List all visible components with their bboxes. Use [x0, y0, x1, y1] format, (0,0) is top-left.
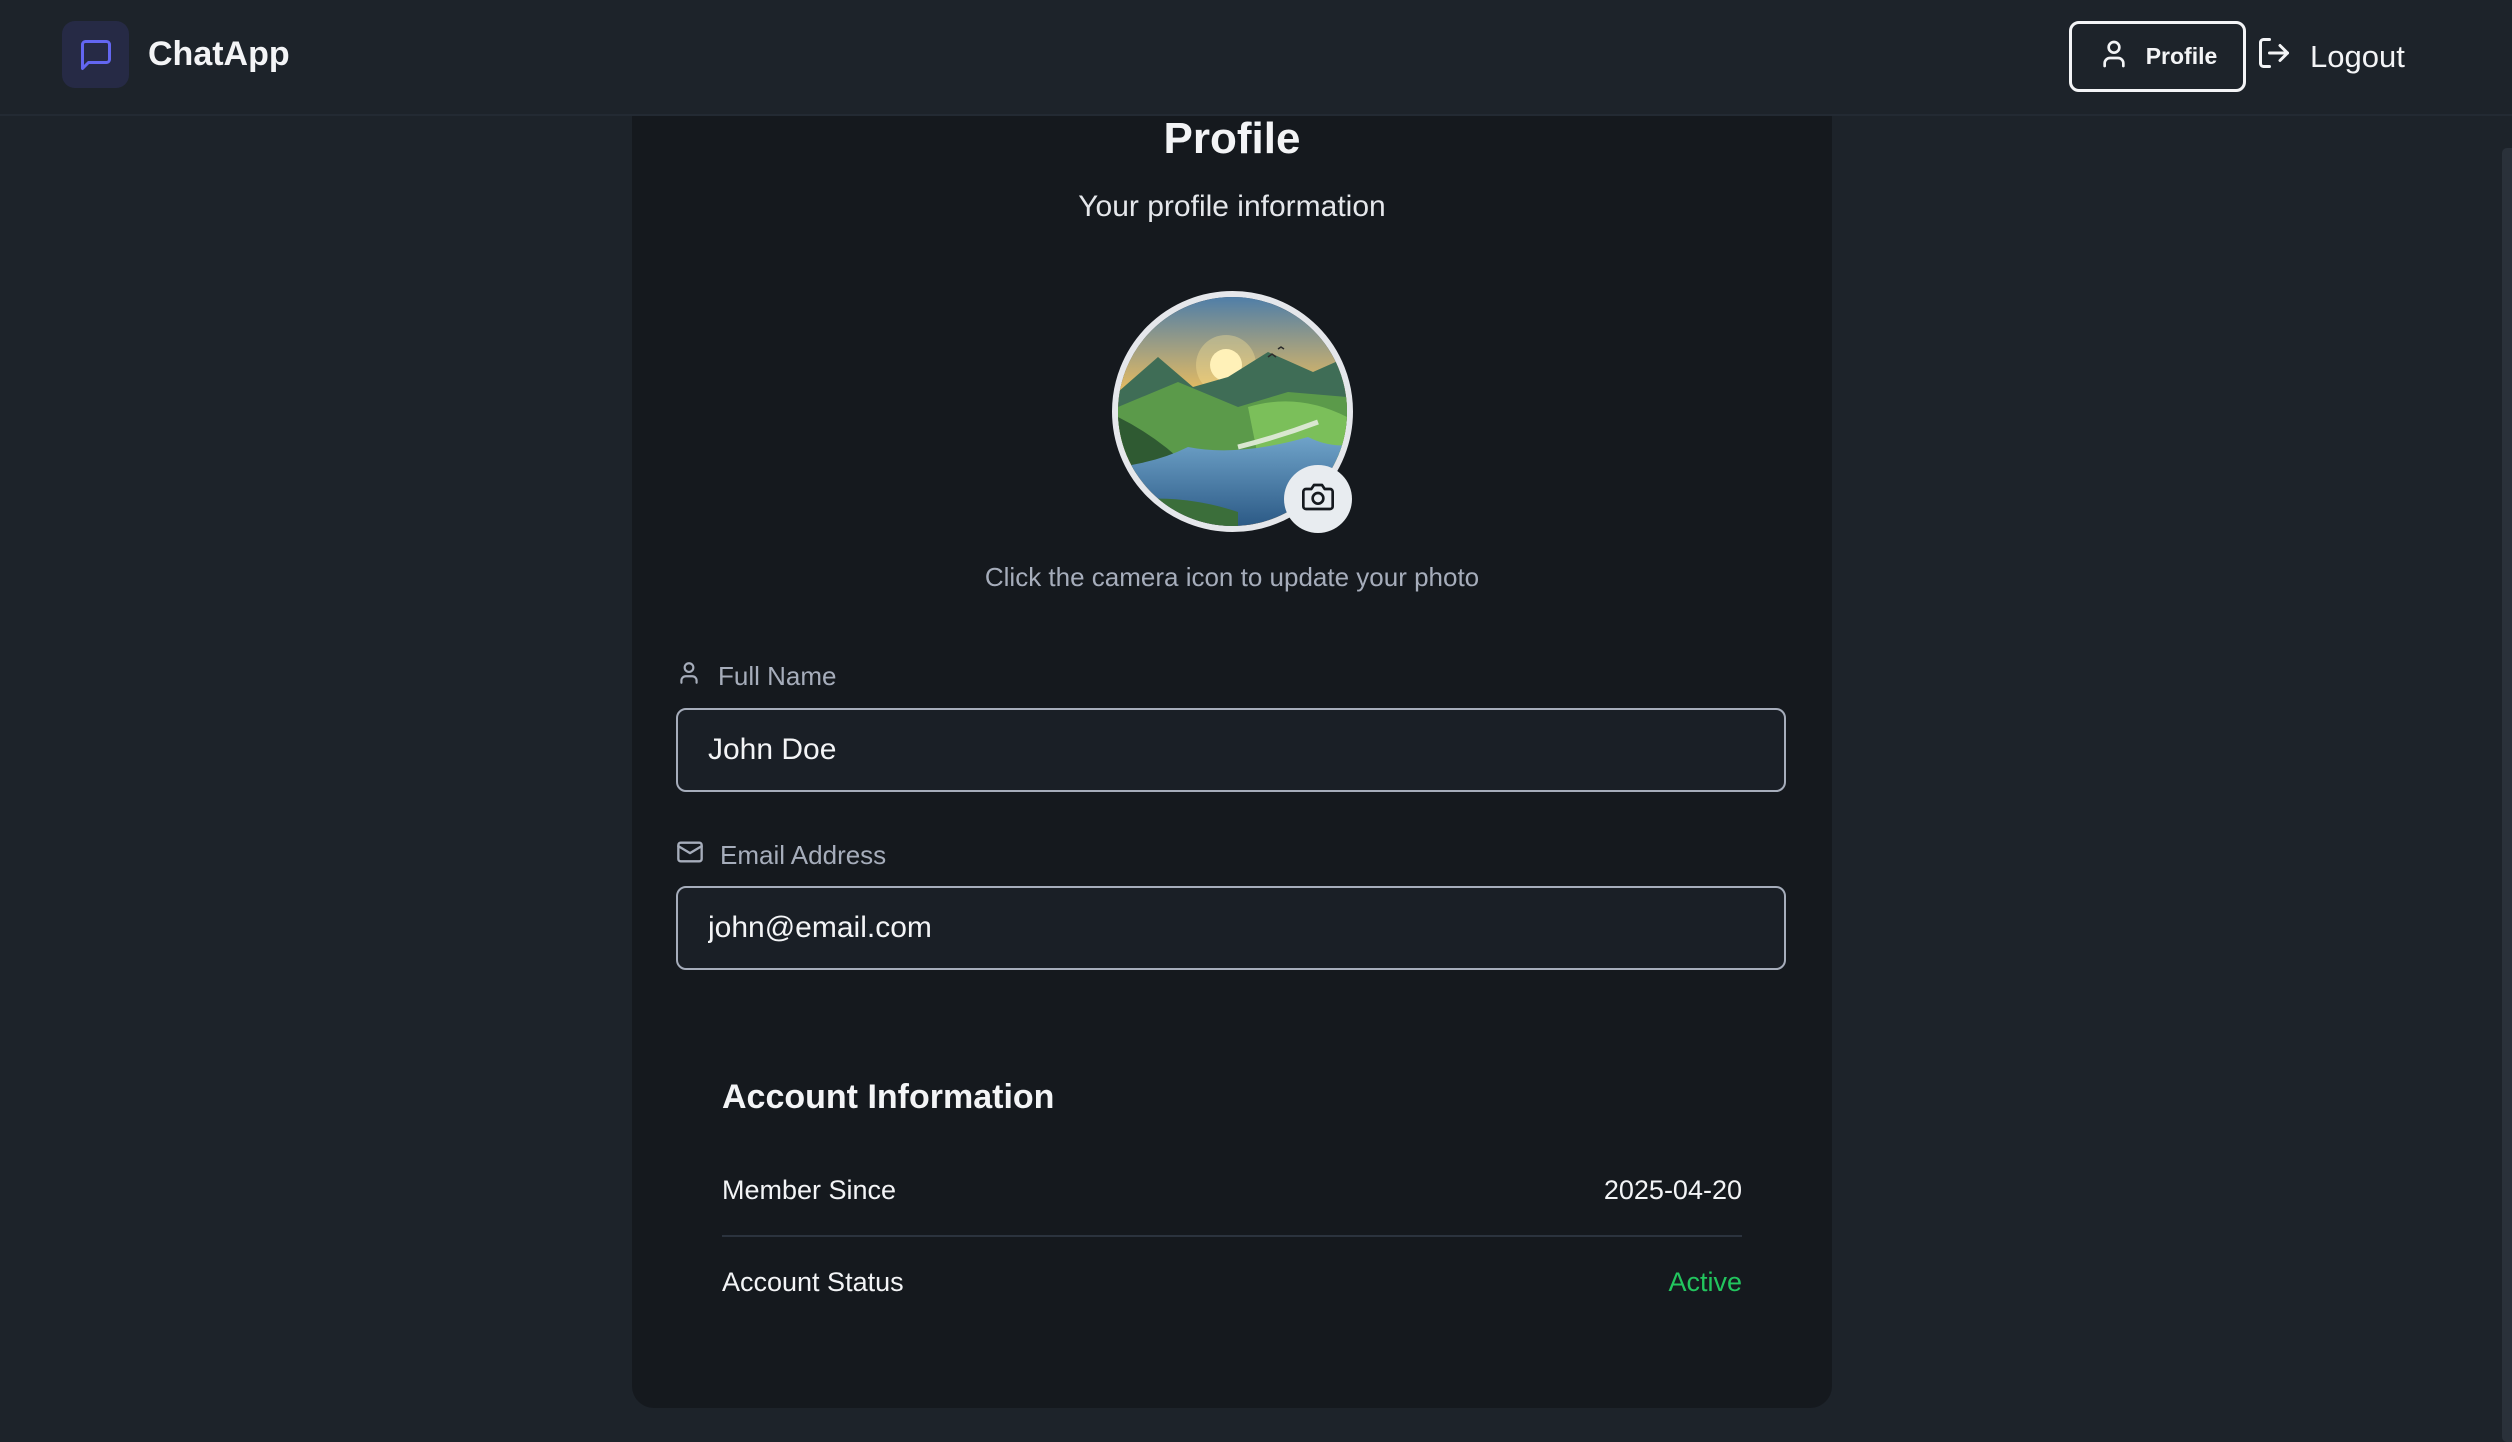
full-name-input[interactable]	[676, 708, 1786, 792]
account-status-badge: Active	[1668, 1266, 1742, 1297]
profile-card: Profile Your profile information Click t…	[632, 60, 1832, 1408]
member-since-label: Member Since	[722, 1174, 897, 1205]
member-since-row: Member Since 2025-04-20	[722, 1145, 1742, 1237]
logout-button-label: Logout	[2310, 38, 2405, 74]
logout-button[interactable]: Logout	[2256, 21, 2405, 92]
message-square-icon	[62, 21, 129, 88]
email-input[interactable]	[676, 886, 1786, 970]
full-name-label: Full Name	[676, 660, 836, 693]
account-status-row: Account Status Active	[722, 1236, 1742, 1328]
full-name-label-text: Full Name	[718, 661, 837, 691]
account-info-title: Account Information	[722, 1078, 1055, 1116]
brand-name: ChatApp	[148, 35, 290, 73]
avatar-container	[1112, 291, 1353, 533]
member-since-value: 2025-04-20	[1603, 1174, 1742, 1205]
brand-link[interactable]: ChatApp	[62, 21, 290, 88]
avatar-hint: Click the camera icon to update your pho…	[984, 562, 1480, 592]
mail-icon	[676, 838, 704, 873]
profile-button-label: Profile	[2145, 43, 2218, 69]
page-title: Profile	[1163, 114, 1301, 163]
log-out-icon	[2256, 35, 2292, 79]
user-icon	[2098, 38, 2130, 76]
camera-upload-button[interactable]	[1284, 465, 1352, 533]
user-icon	[676, 660, 702, 693]
navbar: ChatApp Profile Logout	[0, 0, 2512, 116]
page-subtitle: Your profile information	[1078, 190, 1386, 223]
scrollbar-thumb[interactable]	[2502, 148, 2512, 1442]
email-label: Email Address	[676, 838, 886, 873]
camera-icon	[1302, 481, 1334, 518]
profile-button[interactable]: Profile	[2069, 21, 2246, 92]
account-status-label: Account Status	[722, 1266, 904, 1297]
email-label-text: Email Address	[720, 840, 887, 870]
